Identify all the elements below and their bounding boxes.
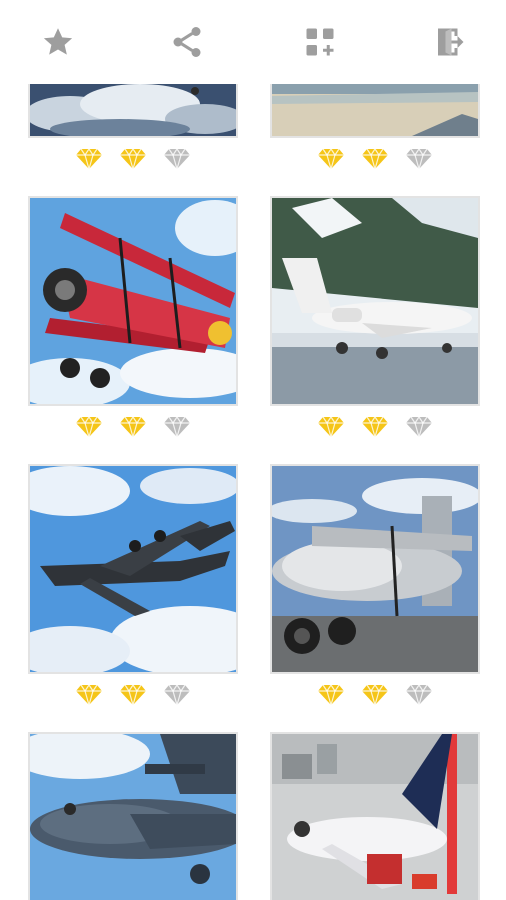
difficulty-rating	[28, 144, 238, 172]
diamond-filled-icon	[362, 147, 388, 170]
diamond-filled-icon	[120, 147, 146, 170]
diamond-filled-icon	[318, 683, 344, 706]
favorite-button[interactable]	[38, 22, 78, 62]
toolbar	[0, 0, 506, 84]
share-button[interactable]	[167, 22, 207, 62]
puzzle-tile-b17-bomber[interactable]	[270, 464, 480, 674]
puzzle-tile-business-jet[interactable]	[270, 196, 480, 406]
diamond-empty-icon	[164, 415, 190, 438]
star-icon	[43, 28, 73, 55]
difficulty-rating	[28, 680, 238, 708]
diamond-filled-icon	[318, 415, 344, 438]
diamond-filled-icon	[120, 683, 146, 706]
puzzle-tile-landscape[interactable]	[270, 82, 480, 138]
difficulty-rating	[270, 412, 480, 440]
diamond-empty-icon	[164, 683, 190, 706]
diamond-empty-icon	[406, 415, 432, 438]
add-app-button[interactable]	[300, 22, 340, 62]
difficulty-rating	[270, 680, 480, 708]
exit-icon	[438, 28, 464, 56]
puzzle-tile-military-transport[interactable]	[28, 464, 238, 674]
diamond-filled-icon	[318, 147, 344, 170]
diamond-filled-icon	[362, 415, 388, 438]
diamond-empty-icon	[164, 147, 190, 170]
exit-button[interactable]	[430, 22, 470, 62]
apps-add-icon	[306, 28, 334, 56]
puzzle-tile-airliner-model[interactable]	[270, 732, 480, 900]
puzzle-tile-red-biplane[interactable]	[28, 196, 238, 406]
diamond-filled-icon	[120, 415, 146, 438]
diamond-empty-icon	[406, 683, 432, 706]
diamond-filled-icon	[362, 683, 388, 706]
difficulty-rating	[270, 144, 480, 172]
diamond-filled-icon	[76, 683, 102, 706]
diamond-filled-icon	[76, 415, 102, 438]
puzzle-grid	[0, 0, 506, 900]
puzzle-tile-transport-closeup[interactable]	[28, 732, 238, 900]
difficulty-rating	[28, 412, 238, 440]
diamond-empty-icon	[406, 147, 432, 170]
diamond-filled-icon	[76, 147, 102, 170]
share-icon	[173, 27, 201, 57]
puzzle-tile-clouds[interactable]	[28, 82, 238, 138]
